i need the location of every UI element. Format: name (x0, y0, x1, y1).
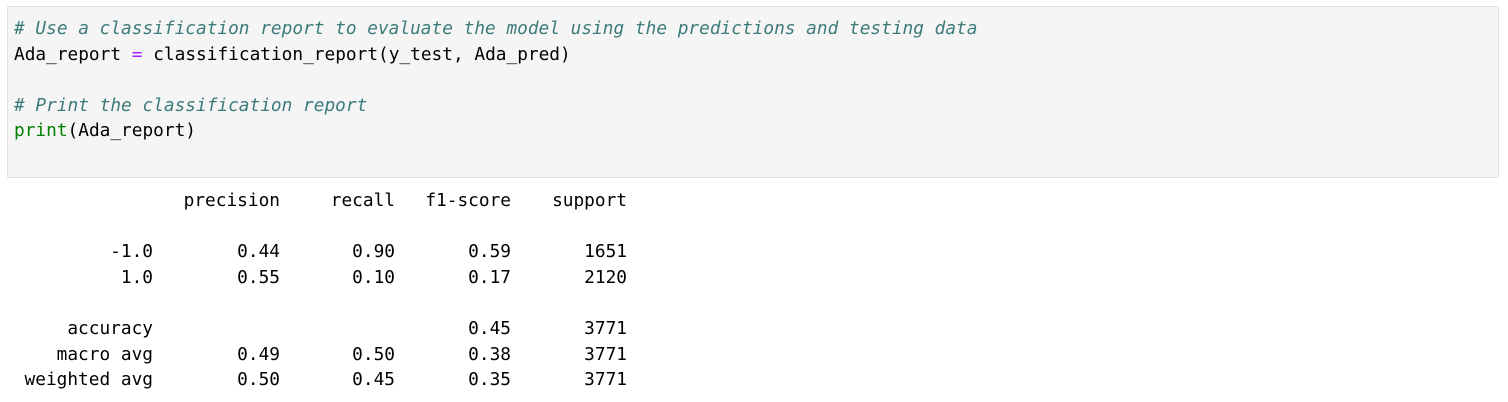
cell-output: precision recall f1-score support -1.0 0.44 0.… (14, 188, 627, 393)
code-cell-input[interactable]: # Use a classification report to evaluat… (7, 6, 1499, 178)
header-f1-score: f1-score (425, 190, 511, 211)
code-editor[interactable]: # Use a classification report to evaluat… (14, 16, 977, 144)
row-label: accuracy (67, 317, 153, 339)
row-f1-score: 0.38 (468, 343, 511, 365)
code-line-assignment: Ada_report = classification_report(y_tes… (14, 42, 977, 68)
row-precision: 0.44 (237, 241, 280, 263)
row-f1-score: 0.35 (468, 369, 511, 391)
function-call: classification_report(y_test, Ada_pred) (153, 43, 571, 65)
row-precision: 0.50 (237, 369, 280, 391)
summary-row-accuracy: accuracy 0.45 3771 (14, 316, 627, 342)
row-f1-score: 0.59 (468, 241, 511, 263)
header-support: support (552, 190, 627, 211)
assignment-operator: = (131, 43, 143, 65)
row-recall: 0.45 (352, 369, 395, 391)
report-row: -1.0 0.44 0.90 0.59 1651 (14, 239, 627, 265)
row-support: 2120 (584, 266, 627, 288)
code-comment-line: # Print the classification report (14, 94, 368, 116)
builtin-print: print (14, 120, 68, 141)
row-label: -1.0 (110, 241, 153, 263)
print-args: (Ada_report) (67, 120, 196, 141)
code-comment-line: # Use a classification report to evaluat… (14, 18, 978, 39)
row-recall: 0.50 (352, 343, 395, 365)
row-label: macro avg (56, 343, 153, 365)
row-label: weighted avg (24, 369, 153, 391)
code-line-print: print(Ada_report) (14, 118, 977, 144)
variable-name: Ada_report (14, 43, 122, 65)
row-precision: 0.55 (237, 266, 280, 288)
row-recall: 0.90 (352, 241, 395, 263)
row-recall: 0.10 (352, 266, 395, 288)
row-support: 3771 (584, 343, 627, 365)
row-f1-score: 0.17 (468, 266, 511, 288)
summary-row-macro-avg: macro avg 0.49 0.50 0.38 3771 (14, 342, 627, 368)
row-label: 1.0 (120, 266, 153, 288)
row-support: 1651 (584, 241, 627, 263)
row-f1-score: 0.45 (468, 317, 511, 339)
header-precision: precision (183, 190, 280, 211)
row-support: 3771 (584, 317, 627, 339)
header-recall: recall (330, 190, 395, 211)
row-support: 3771 (584, 369, 627, 391)
report-header-row: precision recall f1-score support (14, 188, 627, 214)
summary-row-weighted-avg: weighted avg 0.50 0.45 0.35 3771 (14, 367, 627, 393)
report-row: 1.0 0.55 0.10 0.17 2120 (14, 265, 627, 291)
row-precision: 0.49 (237, 343, 280, 365)
